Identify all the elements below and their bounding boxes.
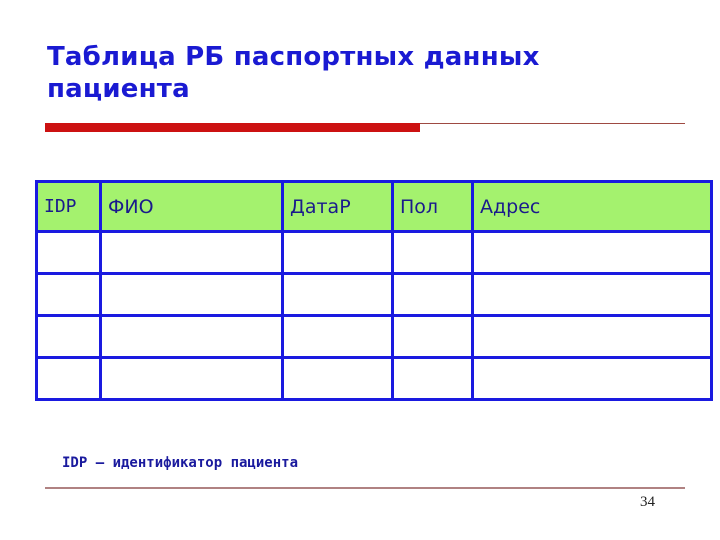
table-header: IDP ФИО ДатаР Пол Адрес xyxy=(35,180,713,233)
table-row xyxy=(35,314,713,359)
table-body xyxy=(35,230,713,401)
table-cell-adres xyxy=(471,314,713,359)
table-cell-adres xyxy=(471,272,713,317)
table-cell-pol xyxy=(391,230,474,275)
passport-data-table: IDP ФИО ДатаР Пол Адрес xyxy=(35,180,713,401)
table-row xyxy=(35,356,713,401)
column-header-idp: IDP xyxy=(35,180,102,233)
table-header-row: IDP ФИО ДатаР Пол Адрес xyxy=(35,180,713,233)
table-cell-fio xyxy=(99,272,284,317)
table-cell-idp xyxy=(35,314,102,359)
table-cell-idp xyxy=(35,272,102,317)
column-header-datar: ДатаР xyxy=(281,180,394,233)
footer-divider-rule xyxy=(45,487,685,489)
table-cell-pol xyxy=(391,314,474,359)
table-cell-idp xyxy=(35,230,102,275)
column-header-fio: ФИО xyxy=(99,180,284,233)
table-cell-fio xyxy=(99,314,284,359)
column-header-adres: Адрес xyxy=(471,180,713,233)
table-row xyxy=(35,230,713,275)
table-cell-pol xyxy=(391,356,474,401)
page-number: 34 xyxy=(640,494,655,510)
table-cell-fio xyxy=(99,356,284,401)
table-cell-fio xyxy=(99,230,284,275)
table-cell-datar xyxy=(281,272,394,317)
table-cell-adres xyxy=(471,356,713,401)
table-cell-datar xyxy=(281,356,394,401)
table-cell-datar xyxy=(281,314,394,359)
column-header-pol: Пол xyxy=(391,180,474,233)
table-row xyxy=(35,272,713,317)
table-cell-idp xyxy=(35,356,102,401)
slide-canvas: Таблица РБ паспортных данных пациента ID… xyxy=(0,0,720,540)
table-cell-datar xyxy=(281,230,394,275)
table-cell-pol xyxy=(391,272,474,317)
title-divider-accent-bar xyxy=(45,123,420,132)
table-cell-adres xyxy=(471,230,713,275)
page-title: Таблица РБ паспортных данных пациента xyxy=(47,42,540,104)
footnote-idp-definition: IDP – идентификатор пациента xyxy=(62,455,299,471)
